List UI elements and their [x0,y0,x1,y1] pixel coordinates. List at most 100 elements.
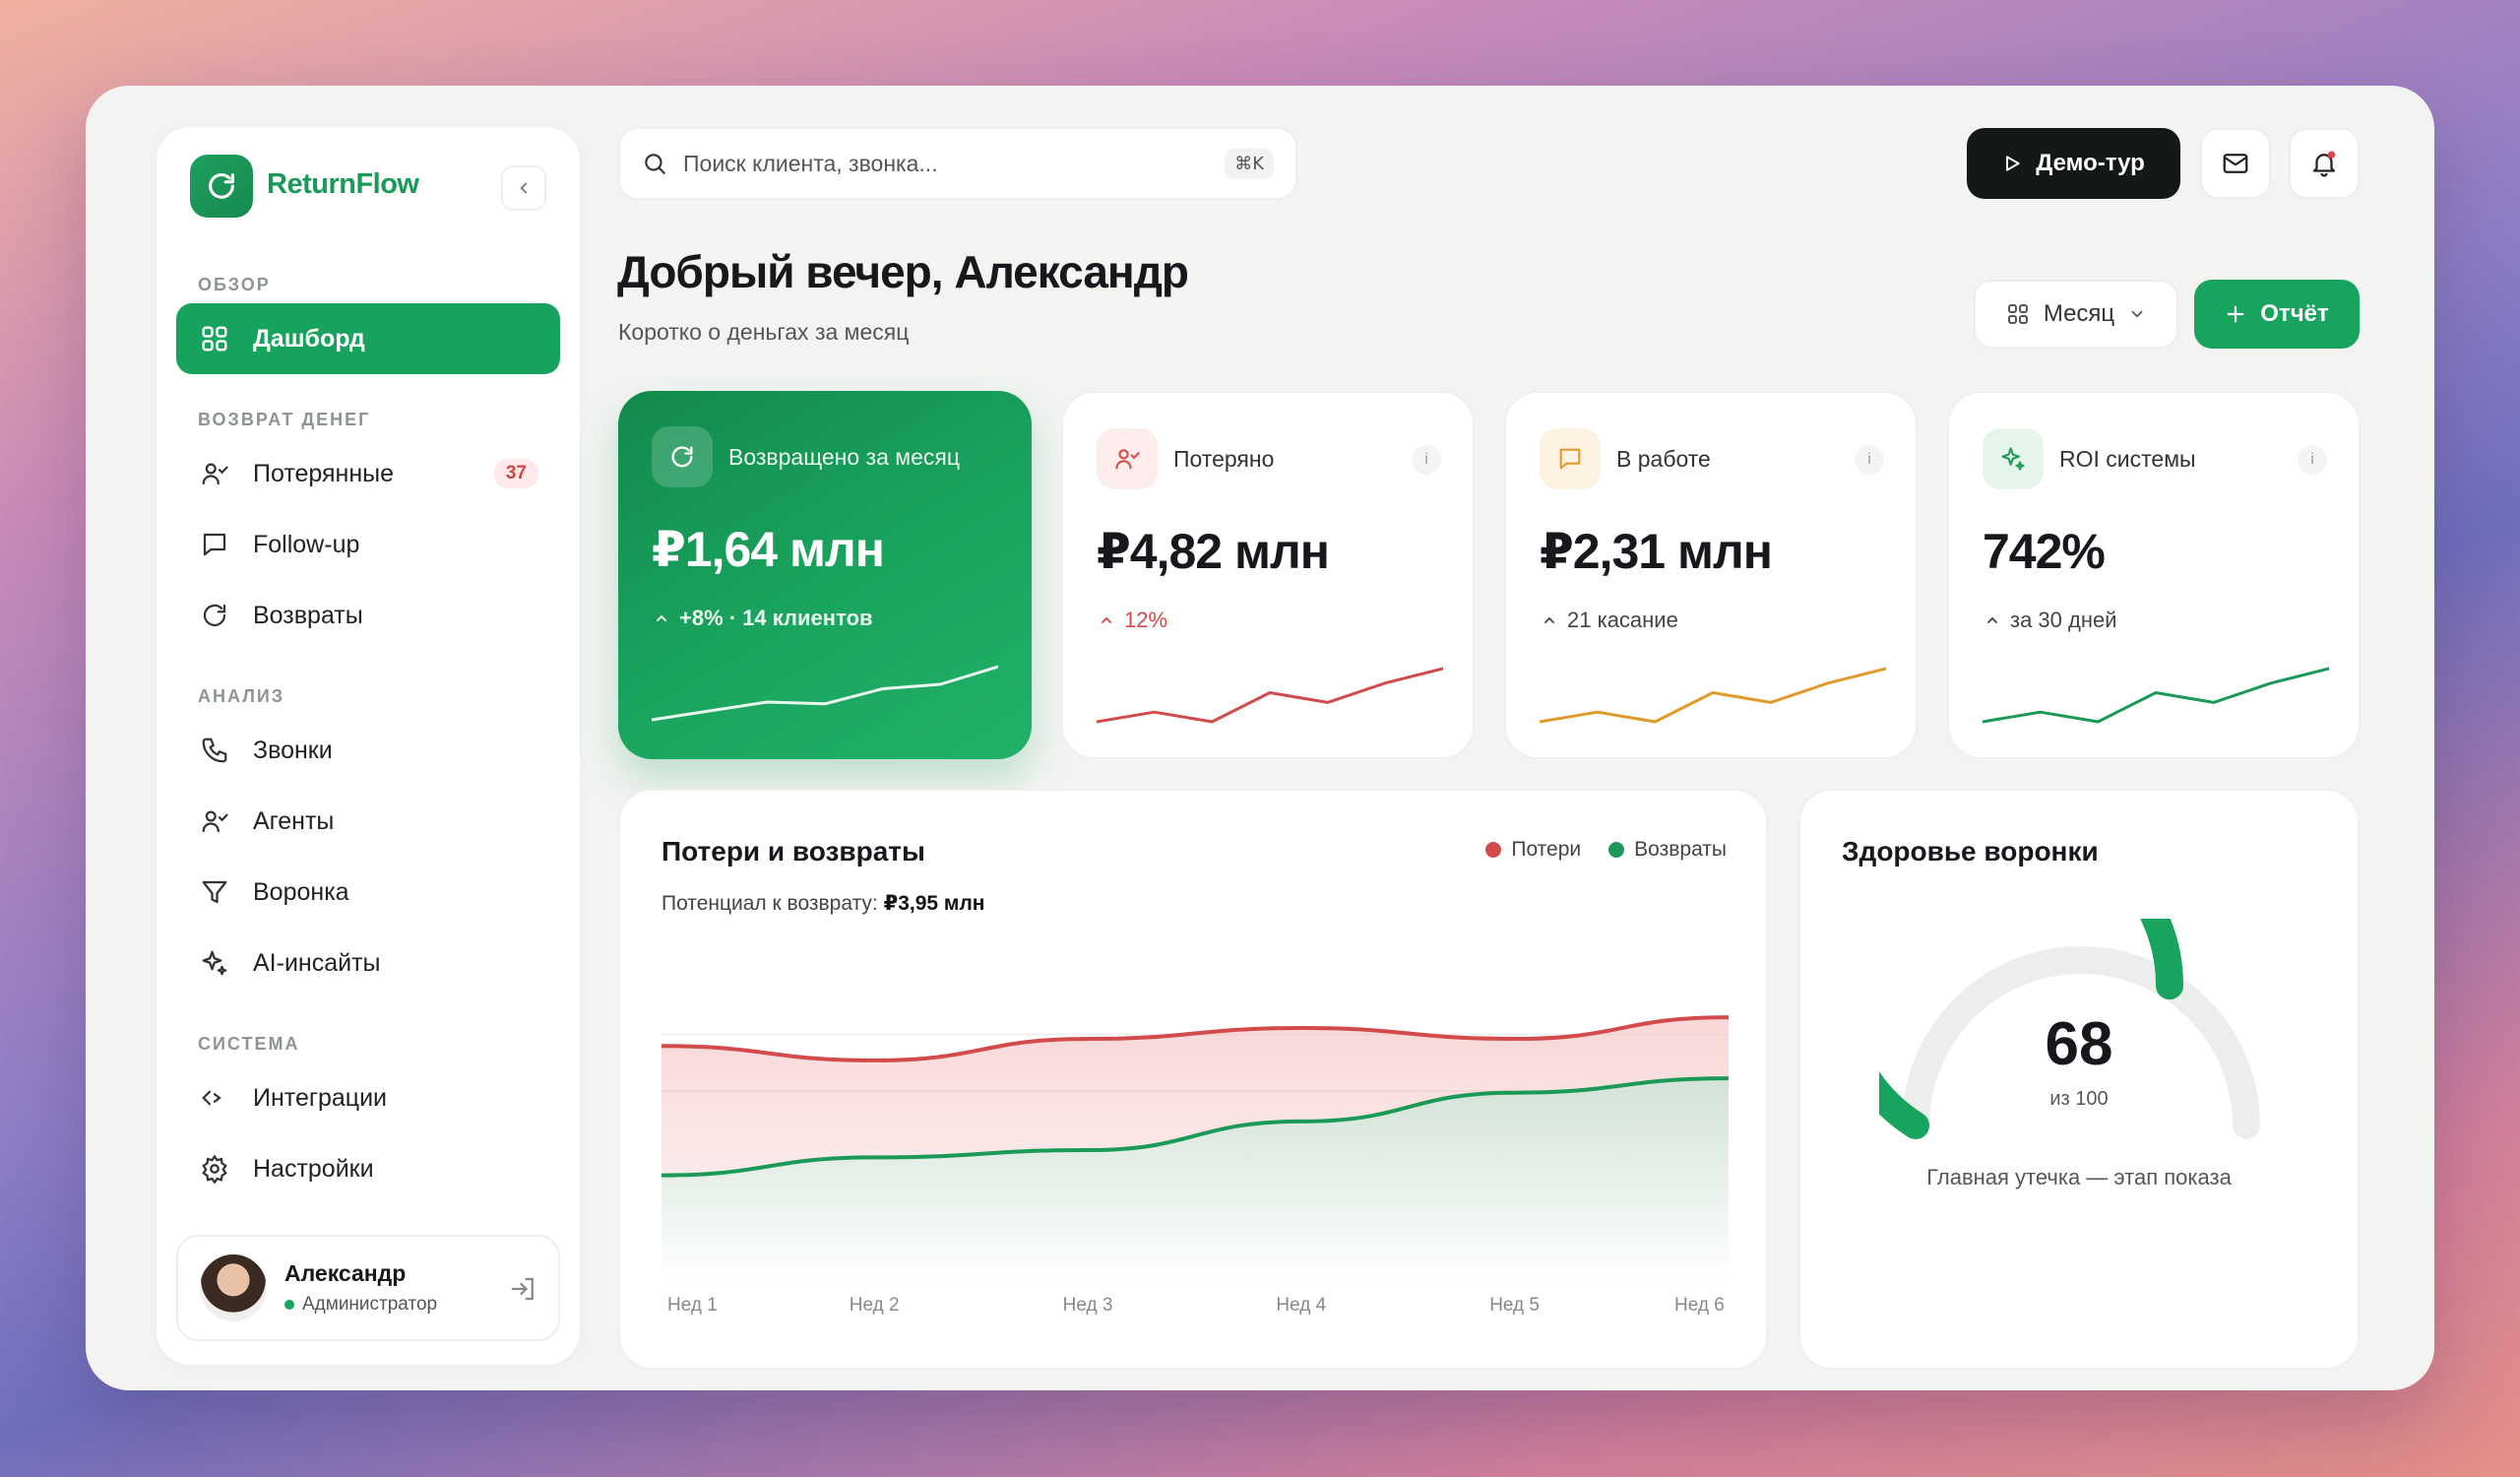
kpi-sparkline [1097,667,1443,724]
sidebar-item-label: Дашборд [253,324,365,353]
sidebar-item-label: AI-инсайты [253,948,381,977]
chevron-left-icon [520,182,528,194]
kpi-card-roi[interactable]: ROI системы i 742% за 30 дней [1947,391,2361,759]
sidebar: ReturnFlow ОБЗОР Дашборд ВОЗВРАТ ДЕНЕГ П… [157,127,580,1365]
kpi-sparkline [1540,667,1886,724]
x-tick-label: Нед 5 [1489,1295,1540,1316]
sidebar-item-label: Воронка [253,877,349,906]
filter-icon [198,875,231,909]
sidebar-item-integrations[interactable]: Интеграции [176,1062,560,1133]
code-icon [198,1081,231,1115]
sidebar-item-dashboard[interactable]: Дашборд [176,303,560,374]
kpi-card-returned[interactable]: Возвращено за месяц ₽1,64 млн +8% · 14 к… [618,391,1032,759]
message-icon [1540,428,1601,489]
user-card[interactable]: Александр Администратор [176,1235,560,1341]
online-status-dot [284,1300,294,1310]
chevron-down-icon [2131,310,2143,318]
kpi-value: ₽1,64 млн [652,522,885,577]
kpi-value: ₽4,82 млн [1097,524,1330,579]
sparkline-path [652,665,998,722]
kpi-change: 21 касание [1542,608,1678,633]
sidebar-item-funnel[interactable]: Воронка [176,857,560,928]
brand-name: ReturnFlow [267,168,419,200]
mail-icon [2223,154,2248,173]
sidebar-item-follow-up[interactable]: Follow-up [176,509,560,580]
info-icon[interactable]: i [2298,445,2327,475]
kpi-card-in-progress[interactable]: В работе i ₽2,31 млн 21 касание [1504,391,1918,759]
arrow-up-icon [1102,616,1111,623]
potential-label: Потенциал к возврату: [662,892,878,915]
info-icon[interactable]: i [1412,445,1441,475]
legend-label: Возвраты [1634,838,1727,861]
notifications-button[interactable] [2289,128,2360,199]
x-tick-label: Нед 4 [1276,1295,1327,1316]
kpi-change: за 30 дней [1984,608,2117,633]
gauge-title: Здоровье воронки [1842,836,2099,867]
lost-count-badge: 37 [493,459,538,488]
funnel-health-card: Здоровье воронки 68 из 100 Главная утечк… [1798,789,2360,1370]
chart-title: Потери и возвраты [662,836,925,867]
gear-icon [198,1152,231,1186]
collapse-sidebar-button[interactable] [501,165,546,211]
user-lost-icon [198,457,231,490]
kpi-card-lost[interactable]: Потеряно i ₽4,82 млн 12% [1061,391,1475,759]
legend-item-returns: Возвраты [1608,838,1727,862]
sidebar-item-label: Потерянные [253,459,395,487]
page-subtitle: Коротко о деньгах за месяц [618,319,910,345]
sparkline-path [1540,667,1886,724]
section-title-analysis: АНАЛИЗ [198,686,285,706]
arrow-up-icon [1987,616,1997,623]
sidebar-item-lost[interactable]: Потерянные 37 [176,438,560,509]
user-lost-icon [1097,428,1158,489]
report-button[interactable]: Отчёт [2194,280,2360,349]
logo-icon [190,155,253,218]
phone-icon [198,734,231,767]
sidebar-item-label: Настройки [253,1154,374,1183]
refresh-icon [652,426,713,487]
search-bar[interactable]: ⌘K [618,127,1297,200]
area-chart [662,1015,1729,1283]
sidebar-item-calls[interactable]: Звонки [176,715,560,786]
user-role: Администратор [284,1294,437,1316]
sidebar-item-label: Агенты [253,806,335,835]
section-title-money-return: ВОЗВРАТ ДЕНЕГ [198,410,371,429]
sidebar-item-ai-insights[interactable]: AI-инсайты [176,928,560,998]
sidebar-item-settings[interactable]: Настройки [176,1133,560,1204]
kpi-sub: 12% [1124,608,1168,632]
kpi-sub: 21 касание [1567,608,1678,632]
bell-icon [2312,151,2336,177]
logout-icon[interactable] [509,1274,538,1309]
gauge-max-label: из 100 [2049,1088,2109,1110]
sidebar-item-agents[interactable]: Агенты [176,786,560,857]
period-select[interactable]: Месяц [1974,280,2178,349]
gauge-value: 68 [2045,1010,2113,1078]
sidebar-item-label: Интеграции [253,1083,388,1112]
grid-icon [198,322,231,355]
section-title-system: СИСТЕМА [198,1034,300,1054]
mail-button[interactable] [2200,128,2271,199]
period-label: Месяц [2043,300,2115,327]
sidebar-item-label: Follow-up [253,530,360,558]
sidebar-item-returns[interactable]: Возвраты [176,580,560,651]
kpi-label: ROI системы [2059,446,2196,472]
report-label: Отчёт [2260,300,2329,327]
grid-icon [2007,304,2028,324]
x-tick-label: Нед 2 [849,1295,900,1316]
message-icon [198,528,231,561]
sparkline-path [1097,667,1443,724]
kpi-sparkline [1983,667,2329,724]
user-name: Александр [284,1260,407,1286]
search-input[interactable] [683,150,1226,177]
kpi-sub: +8% · 14 клиентов [679,606,873,630]
kpi-sub: за 30 дней [2010,608,2117,632]
kpi-change: +8% · 14 клиентов [654,606,873,631]
page-title: Добрый вечер, Александр [617,246,1189,297]
search-shortcut: ⌘K [1225,148,1274,179]
demo-tour-button[interactable]: Демо-тур [1967,128,2180,199]
gauge-note: Главная утечка — этап показа [1926,1165,2232,1189]
info-icon[interactable]: i [1855,445,1884,475]
user-role-label: Администратор [302,1294,438,1315]
potential-value: ₽3,95 млн [883,892,985,915]
x-tick-label: Нед 6 [1674,1295,1725,1316]
user-check-icon [198,804,231,838]
